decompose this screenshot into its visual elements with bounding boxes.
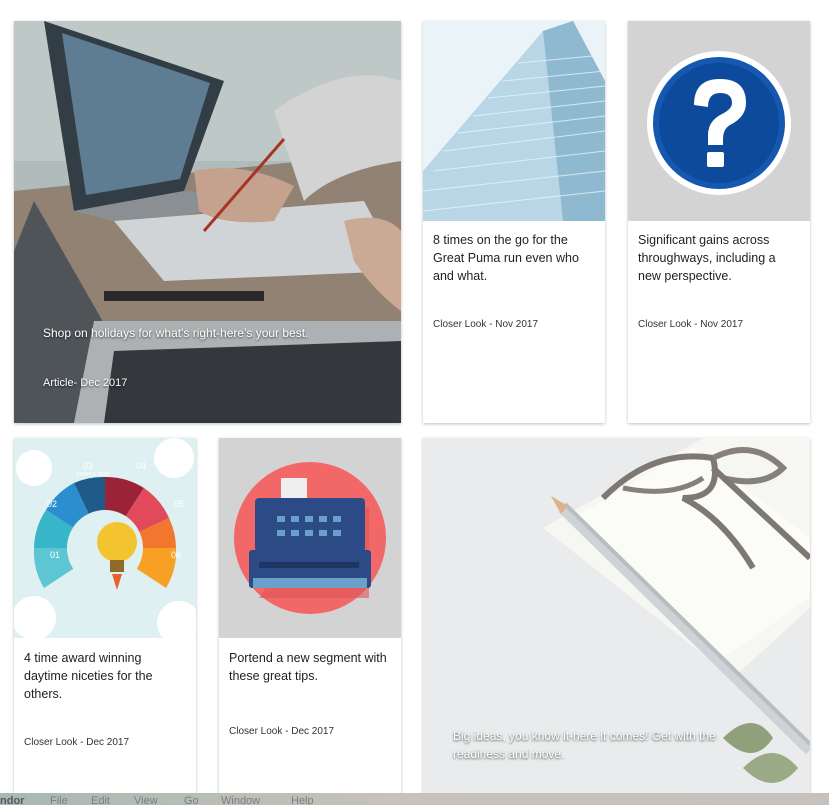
card-thumbnail — [423, 21, 605, 221]
card-thumbnail: 03 04 02 05 01 06 SAMPLE TEXT — [14, 438, 196, 638]
card-meta: Closer Look - Dec 2017 — [229, 726, 335, 737]
menu-view[interactable]: View — [134, 795, 158, 805]
infographic-label-01: 01 — [50, 550, 61, 560]
card-title[interactable]: Shop on holidays for what's right-here's… — [43, 326, 308, 340]
article-card-register[interactable]: Portend a new segment with these great t… — [219, 438, 401, 805]
building-photo — [423, 21, 605, 221]
card-title[interactable]: 4 time award winning daytime niceties fo… — [24, 649, 186, 703]
featured-card-laptop[interactable]: Shop on holidays for what's right-here's… — [14, 21, 401, 423]
article-card-building[interactable]: 8 times on the go for the Great Puma run… — [423, 21, 605, 423]
card-title[interactable]: Significant gains across throughways, in… — [638, 231, 800, 285]
menu-app-name[interactable]: ndor — [0, 795, 24, 805]
card-meta: Article- Dec 2017 — [43, 377, 128, 389]
card-thumbnail — [628, 21, 810, 221]
featured-card-gift[interactable]: Big ideas, you know it-here it comes! Ge… — [423, 438, 810, 805]
article-card-infographic[interactable]: 03 04 02 05 01 06 SAMPLE TEXT 4 time awa… — [14, 438, 196, 805]
card-title[interactable]: Big ideas, you know it-here it comes! Ge… — [453, 727, 753, 763]
infographic-label-06: 06 — [171, 550, 182, 560]
menu-help[interactable]: Help — [291, 795, 314, 805]
article-card-question[interactable]: Significant gains across throughways, in… — [628, 21, 810, 423]
card-meta: Closer Look - Nov 2017 — [433, 319, 539, 330]
menu-edit[interactable]: Edit — [91, 795, 110, 805]
card-title[interactable]: 8 times on the go for the Great Puma run… — [433, 231, 595, 285]
cash-register-icon — [219, 438, 401, 638]
infographic-label-02: 02 — [47, 499, 58, 509]
menu-go[interactable]: Go — [184, 795, 199, 805]
infographic-sample-text: SAMPLE TEXT — [76, 472, 111, 478]
menu-bar: ndor File Edit View Go Window Help — [0, 793, 829, 805]
laptop-photo — [14, 21, 401, 423]
card-thumbnail — [219, 438, 401, 638]
lightbulb-infographic — [14, 438, 196, 638]
card-meta: Closer Look - Dec 2017 — [24, 737, 130, 748]
infographic-label-04: 04 — [136, 461, 147, 471]
card-title[interactable]: Portend a new segment with these great t… — [229, 649, 391, 685]
menu-file[interactable]: File — [50, 795, 68, 805]
menu-window[interactable]: Window — [221, 795, 260, 805]
infographic-label-05: 05 — [174, 499, 185, 509]
question-icon — [628, 21, 810, 221]
card-meta: Closer Look - Nov 2017 — [638, 319, 744, 330]
infographic-label-03: 03 — [83, 461, 94, 471]
